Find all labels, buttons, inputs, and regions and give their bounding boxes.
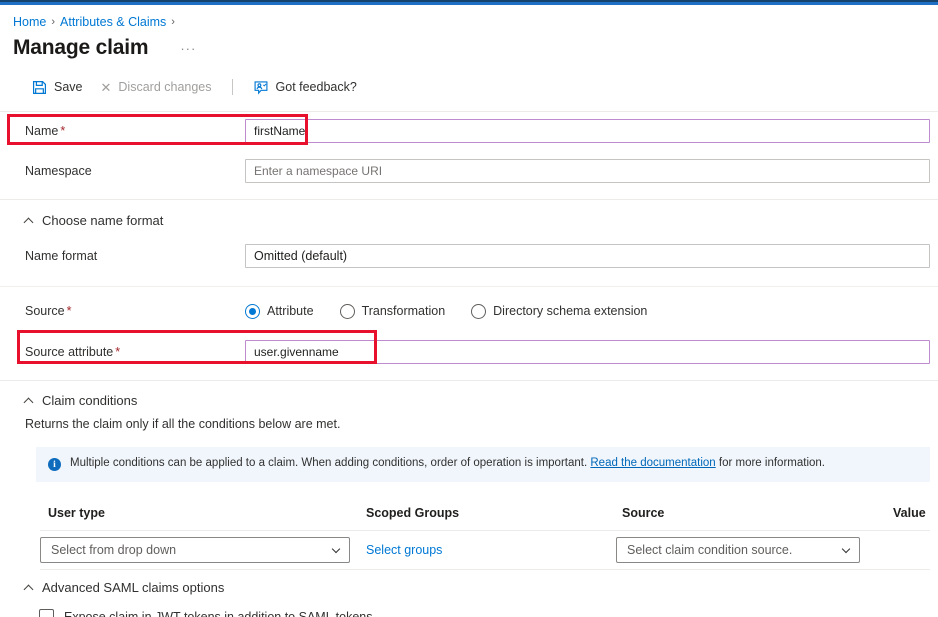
feedback-button[interactable]: Got feedback? [253, 80, 357, 95]
radio-label: Directory schema extension [493, 304, 647, 318]
name-input[interactable] [245, 119, 930, 143]
condition-source-dropdown-value: Select claim condition source. [627, 543, 792, 557]
section-divider [0, 286, 938, 287]
breadcrumb-home[interactable]: Home [13, 15, 46, 29]
info-banner-text: Multiple conditions can be applied to a … [70, 457, 825, 469]
breadcrumb-separator: › [171, 16, 175, 28]
info-icon: i [48, 458, 61, 471]
source-attribute-label-text: Source attribute [25, 345, 113, 359]
section-divider [0, 199, 938, 200]
condition-source-dropdown[interactable]: Select claim condition source. [616, 537, 860, 563]
user-type-dropdown-value: Select from drop down [51, 543, 176, 557]
namespace-field-row: Namespace [0, 149, 938, 193]
user-type-dropdown[interactable]: Select from drop down [40, 537, 350, 563]
name-format-select[interactable]: Omitted (default) [245, 244, 930, 268]
table-header-row: User type Scoped Groups Source Value [40, 500, 930, 530]
title-row: Manage claim ··· [13, 36, 938, 60]
breadcrumb-separator: › [51, 16, 55, 28]
radio-icon [471, 304, 486, 319]
chevron-down-icon [332, 544, 340, 552]
section-title: Advanced SAML claims options [42, 580, 224, 595]
section-advanced-saml-options[interactable]: Advanced SAML claims options [25, 580, 938, 595]
name-field-row: Name* [0, 113, 938, 149]
source-attribute-field-row: Source attribute* [0, 331, 938, 373]
radio-attribute[interactable]: Attribute [245, 304, 314, 319]
radio-label: Attribute [267, 304, 314, 318]
required-asterisk: * [115, 345, 120, 359]
required-asterisk: * [60, 124, 65, 138]
chevron-up-icon [24, 217, 34, 227]
name-label-text: Name [25, 124, 58, 138]
page-title: Manage claim [13, 36, 148, 60]
toolbar-divider-line [0, 111, 938, 112]
section-divider [0, 380, 938, 381]
save-button[interactable]: Save [32, 80, 83, 95]
more-options-button[interactable]: ··· [176, 39, 200, 58]
source-attribute-input[interactable] [245, 340, 930, 364]
section-title: Claim conditions [42, 393, 137, 408]
info-banner: i Multiple conditions can be applied to … [36, 447, 930, 482]
table-row: Select from drop down Select groups Sele… [40, 530, 930, 570]
chevron-down-icon [842, 544, 850, 552]
read-documentation-link[interactable]: Read the documentation [590, 457, 715, 469]
jwt-checkbox-row: Expose claim in JWT tokens in addition t… [39, 609, 938, 617]
column-header-source: Source [616, 500, 861, 530]
radio-directory-schema-extension[interactable]: Directory schema extension [471, 304, 647, 319]
save-label: Save [54, 80, 83, 94]
section-claim-conditions[interactable]: Claim conditions [25, 393, 938, 408]
breadcrumb-attributes-claims[interactable]: Attributes & Claims [60, 15, 166, 29]
required-asterisk: * [67, 304, 72, 318]
column-header-value: Value [861, 500, 930, 530]
expose-jwt-checkbox[interactable] [39, 609, 54, 617]
close-icon: ✕ [101, 81, 112, 94]
source-label-text: Source [25, 304, 65, 318]
source-label: Source* [25, 304, 245, 318]
source-radio-group: Attribute Transformation Directory schem… [245, 304, 647, 319]
manage-claim-page: Home › Attributes & Claims › Manage clai… [0, 0, 938, 617]
feedback-icon [253, 80, 269, 95]
namespace-label: Namespace [25, 164, 245, 178]
radio-transformation[interactable]: Transformation [340, 304, 446, 319]
toolbar-divider [232, 79, 233, 95]
source-field-row: Source* Attribute Transformation Directo… [0, 291, 938, 331]
name-format-field-row: Name format Omitted (default) [0, 234, 938, 278]
claim-conditions-description: Returns the claim only if all the condit… [25, 417, 938, 431]
banner-text-before: Multiple conditions can be applied to a … [70, 457, 587, 469]
discard-changes-button[interactable]: ✕ Discard changes [101, 80, 212, 94]
expose-jwt-checkbox-label: Expose claim in JWT tokens in addition t… [64, 610, 372, 617]
command-bar: Save ✕ Discard changes Got feedback? [32, 75, 938, 99]
radio-label: Transformation [362, 304, 446, 318]
namespace-input[interactable] [245, 159, 930, 183]
section-choose-name-format[interactable]: Choose name format [25, 213, 938, 228]
save-icon [32, 80, 47, 95]
source-attribute-label: Source attribute* [25, 345, 245, 359]
section-title: Choose name format [42, 213, 163, 228]
column-header-user-type: User type [40, 500, 366, 530]
radio-icon [340, 304, 355, 319]
breadcrumb: Home › Attributes & Claims › [13, 15, 938, 29]
radio-selected-icon [245, 304, 260, 319]
chevron-up-icon [24, 397, 34, 407]
window-accent-bar [0, 0, 938, 5]
feedback-label: Got feedback? [276, 80, 357, 94]
name-label: Name* [25, 124, 245, 138]
banner-text-after: for more information. [719, 457, 825, 469]
chevron-up-icon [24, 584, 34, 594]
column-header-scoped-groups: Scoped Groups [366, 500, 616, 530]
claim-conditions-table: User type Scoped Groups Source Value Sel… [40, 500, 930, 570]
select-groups-link[interactable]: Select groups [366, 543, 442, 557]
discard-label: Discard changes [118, 80, 211, 94]
name-format-label: Name format [25, 249, 245, 263]
